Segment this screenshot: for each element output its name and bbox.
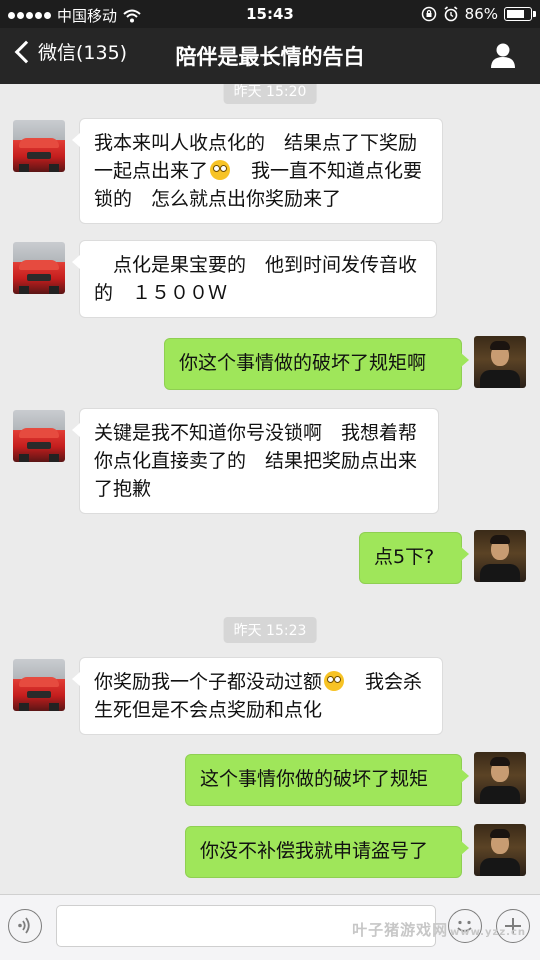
message-bubble[interactable]: 你这个事情做的破坏了规矩啊: [164, 338, 469, 390]
message-bubble[interactable]: 我本来叫人收点化的 结果点了下奖励一起点出来了 我一直不知道点化要锁的 怎么就点…: [72, 118, 443, 224]
voice-button[interactable]: [8, 909, 42, 943]
man-avatar[interactable]: [474, 824, 526, 876]
message-text: 我本来叫人收点化的 结果点了下奖励一起点出来了 我一直不知道点化要锁的 怎么就点…: [94, 132, 423, 210]
message-bubble[interactable]: 关键是我不知道你号没锁啊 我想着帮你点化直接卖了的 结果把奖励点出来了抱歉: [72, 408, 439, 514]
man-avatar[interactable]: [474, 752, 526, 804]
timestamp: 昨天 15:23: [223, 617, 317, 643]
voice-icon: [18, 917, 30, 934]
message-bubble[interactable]: 点5下?: [359, 532, 469, 584]
chevron-left-icon: [14, 40, 38, 63]
message-bubble[interactable]: 点化是果宝要的 他到时间发传音收的 １５００Ｗ: [72, 240, 437, 318]
flushed-emoji-icon: [324, 671, 345, 691]
message-bubble[interactable]: 这个事情你做的破坏了规矩: [185, 754, 469, 806]
message-bubble[interactable]: 你奖励我一个子都没动过额 我会杀生死但是不会点奖励和点化: [72, 657, 443, 735]
watermark-logo: 叶子猪游戏网 www.yzz.cn: [352, 921, 526, 939]
battery-icon: [504, 7, 536, 21]
flushed-emoji-icon: [210, 160, 231, 180]
message-bubble[interactable]: 你没不补偿我就申请盗号了: [185, 826, 469, 878]
nav-bar: 微信(135) 陪伴是最长情的告白: [0, 28, 540, 84]
message-text: 关键是我不知道你号没锁啊 我想着帮你点化直接卖了的 结果把奖励点出来了抱歉: [94, 422, 418, 500]
back-label: 微信(135): [38, 42, 128, 64]
input-bar: 叶子猪游戏网 www.yzz.cn: [0, 894, 540, 960]
man-avatar[interactable]: [474, 530, 526, 582]
chat-title: 陪伴是最长情的告白: [175, 45, 365, 69]
car-avatar[interactable]: [13, 242, 65, 294]
message-text: 你这个事情做的破坏了规矩啊: [179, 352, 427, 374]
status-bar: 中国移动 15:43 86%: [0, 0, 540, 28]
message-text: 点化是果宝要的 他到时间发传音收的 １５００Ｗ: [94, 254, 418, 304]
alarm-icon: [444, 6, 458, 22]
timestamp: 昨天 15:20: [223, 84, 317, 104]
car-avatar[interactable]: [13, 659, 65, 711]
message-text: 你没不补偿我就申请盗号了: [200, 840, 429, 862]
car-avatar[interactable]: [13, 120, 65, 172]
car-avatar[interactable]: [13, 410, 65, 462]
message-text: 你奖励我一个子都没动过额 我会杀生死但是不会点奖励和点化: [94, 671, 423, 721]
message-text: 这个事情你做的破坏了规矩: [200, 768, 429, 790]
person-icon[interactable]: [488, 40, 518, 70]
back-button[interactable]: 微信(135): [10, 38, 127, 65]
message-text: 点5下?: [374, 546, 435, 568]
chat-area[interactable]: 昨天 15:20 我本来叫人收点化的 结果点了下奖励一起点出来了 我一直不知道点…: [0, 84, 540, 894]
lock-rotation-icon: [421, 6, 436, 22]
battery-percent: 86%: [464, 5, 498, 23]
man-avatar[interactable]: [474, 336, 526, 388]
